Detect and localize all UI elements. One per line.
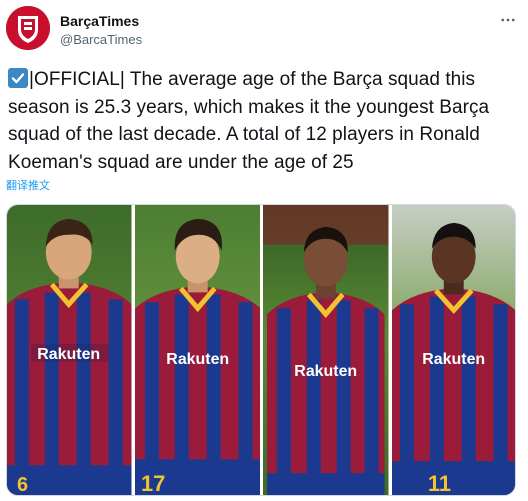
barca-times-logo-icon — [6, 6, 50, 50]
shirt-number: 17 — [140, 471, 164, 495]
author-avatar[interactable] — [6, 6, 50, 50]
sponsor-label: Rakuten — [422, 351, 485, 368]
player-photo-4[interactable]: Rakuten 11 — [391, 205, 515, 495]
check-mark-button-icon — [8, 68, 28, 88]
author-name[interactable]: BarçaTimes — [60, 12, 139, 30]
translate-tweet-link[interactable]: 翻译推文 — [6, 179, 50, 193]
player-photo-1[interactable]: Rakuten 6 — [7, 205, 132, 495]
more-options-button[interactable] — [498, 10, 518, 30]
more-options-icon — [501, 18, 515, 22]
tweet-text: |OFFICIAL| The average age of the Barça … — [8, 66, 523, 176]
player-photo-3[interactable]: Rakuten — [263, 205, 389, 495]
sponsor-label: Rakuten — [166, 351, 229, 368]
player-photo-2[interactable]: Rakuten 17 — [134, 205, 260, 495]
sponsor-label: Rakuten — [37, 346, 100, 363]
sponsor-label: Rakuten — [294, 363, 357, 380]
tweet-body-text: |OFFICIAL| The average age of the Barça … — [8, 69, 490, 173]
tweet-card[interactable]: BarçaTimes @BarcaTimes |OFFICIAL| The av… — [0, 0, 528, 501]
shirt-number: 11 — [427, 471, 450, 495]
tweet-media[interactable]: Rakuten 6 Rakuten 17 Rakuten Rakuten 11 — [6, 204, 516, 496]
shirt-number: 6 — [17, 474, 28, 495]
author-handle[interactable]: @BarcaTimes — [60, 31, 142, 48]
